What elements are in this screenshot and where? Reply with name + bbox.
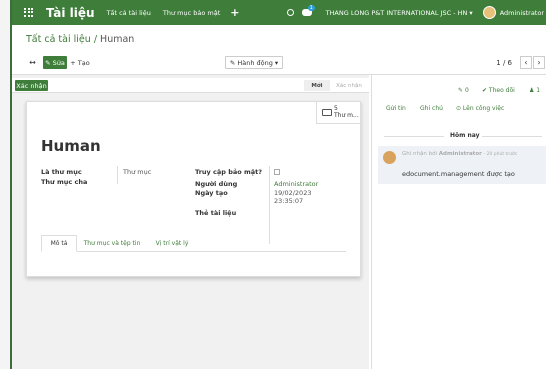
tab-folders-files[interactable]: Thư mục và tệp tin — [79, 235, 145, 252]
followers-button[interactable]: ♟ 1 — [529, 87, 540, 94]
chat-badge: 1 — [307, 5, 315, 11]
attachments-button[interactable]: ✎ 0 — [458, 87, 469, 94]
activity-clock-icon[interactable] — [286, 9, 294, 16]
statusbar: Xác nhận Mới Xác nhận — [12, 78, 369, 93]
breadcrumb-separator: / — [90, 34, 101, 45]
company-name: THANG LONG P&T INTERNATIONAL JSC - HN — [325, 8, 468, 17]
created-time-value: 23:35:07 — [274, 197, 304, 205]
created-date-label: Ngày tạo — [195, 189, 228, 197]
control-panel: Tất cả tài liệu / Human ↔ ✎ Sửa + Tạo ✎ … — [12, 25, 546, 75]
field-divider — [117, 166, 118, 184]
confirm-button[interactable]: Xác nhận — [15, 80, 48, 91]
divider-right — [482, 136, 542, 137]
collapse-button[interactable]: ↔ — [26, 56, 39, 69]
chat-icon[interactable]: 1 — [301, 5, 315, 16]
form-view: Xác nhận Mới Xác nhận 5 Thư m... Human L… — [12, 75, 369, 369]
breadcrumb: Tất cả tài liệu / Human — [26, 34, 134, 45]
user-value[interactable]: Administrator — [274, 180, 318, 188]
app-brand[interactable]: Tài liệu — [46, 6, 95, 20]
pager-value[interactable]: 1 / 6 — [496, 59, 512, 67]
stage-confirmed[interactable]: Xác nhận — [331, 80, 367, 91]
document-tags-label: Thẻ tài liệu — [195, 209, 237, 217]
apps-grid-icon[interactable] — [24, 7, 34, 18]
left-window-edge — [0, 0, 12, 369]
record-title: Human — [41, 137, 101, 155]
is-folder-value[interactable]: Thư mục — [123, 168, 151, 176]
create-button[interactable]: + Tạo — [69, 56, 91, 69]
author-avatar[interactable] — [383, 151, 396, 164]
pager-next-button[interactable]: › — [533, 56, 545, 69]
menu-all-documents[interactable]: Tất cả tài liệu — [107, 9, 151, 17]
breadcrumb-current: Human — [100, 34, 135, 45]
user-label: Người dùng — [195, 180, 238, 188]
schedule-activity-button[interactable]: ⊙ Lên công việc — [456, 105, 504, 112]
message-prefix: Ghi nhận bởi — [402, 151, 437, 157]
menu-plus-button[interactable]: + — [230, 6, 239, 19]
security-label: Truy cập bảo mật? — [195, 168, 263, 176]
log-note-button[interactable]: Ghi chú — [420, 105, 443, 112]
security-checkbox[interactable] — [274, 169, 280, 175]
tab-description[interactable]: Mô tả — [41, 235, 77, 252]
created-date-value: 19/02/2023 — [274, 189, 312, 197]
folders-count: 5 — [334, 105, 338, 112]
notebook-tabs: Mô tả Thư mục và tệp tin Vị trí vật lý — [41, 235, 346, 252]
company-switcher[interactable]: THANG LONG P&T INTERNATIONAL JSC - HN ▾ — [326, 9, 473, 17]
chatter-message: Ghi nhận bởi Administrator - 20 phút trư… — [378, 146, 546, 184]
message-header: Ghi nhận bởi Administrator - 20 phút trư… — [402, 151, 517, 157]
company-caret-icon: ▾ — [469, 8, 473, 17]
folders-smart-button[interactable]: 5 Thư m... — [316, 102, 360, 124]
message-time: - 20 phút trước — [483, 152, 518, 157]
user-menu[interactable]: Administrator — [500, 9, 544, 17]
follow-button[interactable]: ✔ Theo dõi — [482, 87, 515, 94]
tab-physical-location[interactable]: Vị trí vật lý — [147, 235, 197, 252]
top-navbar: Tài liệu Tất cả tài liệu Thư mục bảo mật… — [12, 0, 546, 25]
followers-count: 1 — [536, 87, 541, 94]
send-message-button[interactable]: Gửi tin — [386, 105, 406, 112]
chatter-panel: ✎ 0 ✔ Theo dõi ♟ 1 Gửi tin Ghi chú ⊙ Lên… — [371, 75, 546, 369]
user-avatar[interactable] — [482, 6, 496, 19]
parent-folder-label: Thư mục cha — [41, 178, 88, 186]
edit-button[interactable]: ✎ Sửa — [43, 56, 67, 69]
folders-label: Thư m... — [334, 112, 359, 119]
date-separator: Hôm nay — [450, 132, 480, 139]
field-divider — [269, 166, 270, 244]
form-sheet: 5 Thư m... Human Là thư mục Thư mục Thư … — [26, 101, 361, 277]
pager-prev-button[interactable]: ‹ — [520, 56, 532, 69]
folder-icon — [322, 109, 332, 116]
action-dropdown[interactable]: ✎ Hành động ▾ — [225, 56, 283, 69]
menu-secure-folders[interactable]: Thư mục bảo mật — [163, 9, 220, 17]
is-folder-label: Là thư mục — [41, 168, 82, 176]
message-body: edocument.management được tạo — [402, 170, 515, 178]
divider-left — [384, 136, 444, 137]
stage-new[interactable]: Mới — [304, 80, 330, 91]
attachments-count: 0 — [464, 87, 469, 94]
breadcrumb-parent[interactable]: Tất cả tài liệu — [26, 34, 91, 45]
message-author[interactable]: Administrator — [439, 151, 482, 157]
